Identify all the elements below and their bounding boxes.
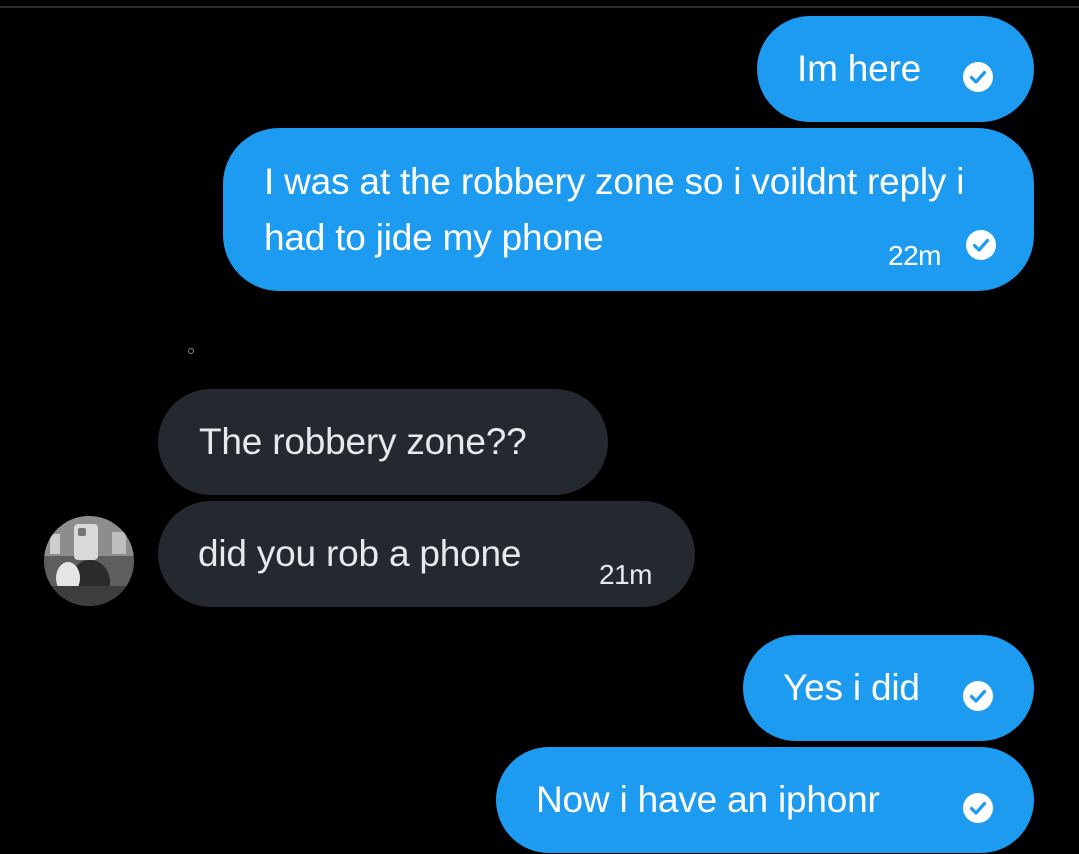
message-text: I was at the robbery zone so i voildnt r… [264, 161, 965, 258]
message-bubble-received[interactable]: did you rob a phone 21m [158, 501, 695, 607]
message-text: Yes i did [783, 667, 920, 708]
message-text: did you rob a phone [198, 533, 522, 574]
typing-dot [188, 348, 194, 354]
avatar-photo [44, 516, 134, 606]
message-text: The robbery zone?? [199, 421, 527, 462]
profile-avatar[interactable] [44, 516, 134, 606]
message-text: Im here [797, 48, 922, 89]
sent-check-icon [963, 681, 993, 711]
message-bubble-sent[interactable]: Im here [757, 16, 1034, 122]
message-timestamp: 21m [599, 559, 652, 590]
sent-check-icon [963, 793, 993, 823]
message-bubble-sent[interactable]: Yes i did [743, 635, 1034, 741]
message-bubble-sent[interactable]: Now i have an iphonr [496, 747, 1034, 853]
message-bubble-received[interactable]: The robbery zone?? [158, 389, 608, 495]
message-text: Now i have an iphonr [536, 779, 880, 820]
message-timestamp: 22m [888, 240, 941, 271]
sent-check-icon [963, 62, 993, 92]
sent-check-icon [966, 230, 996, 260]
top-divider [0, 6, 1079, 8]
message-bubble-sent[interactable]: I was at the robbery zone so i voildnt r… [223, 128, 1034, 291]
